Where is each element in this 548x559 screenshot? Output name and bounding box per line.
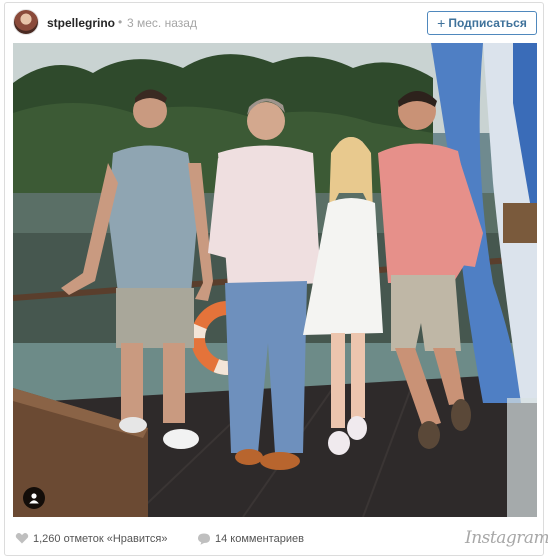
comments-count[interactable]: 14 комментариев: [215, 533, 304, 545]
post-footer: 1,260 отметок «Нравится» 14 комментариев…: [5, 523, 548, 555]
user-tag-button[interactable]: [23, 487, 45, 509]
header-separator: •: [118, 15, 123, 29]
follow-button-label: Подписаться: [448, 16, 527, 30]
username-link[interactable]: stpellegrino: [47, 16, 115, 30]
instagram-logo[interactable]: Instagram: [465, 528, 548, 548]
comment-icon[interactable]: [197, 532, 211, 546]
heart-icon[interactable]: [15, 531, 29, 545]
post-time-ago[interactable]: 3 мес. назад: [127, 16, 197, 30]
person-icon: [29, 493, 39, 504]
photo-illustration: [13, 43, 537, 517]
likes-count[interactable]: 1,260 отметок «Нравится»: [33, 533, 168, 545]
follow-button[interactable]: + Подписаться: [427, 11, 537, 35]
instagram-post-card: stpellegrino • 3 мес. назад + Подписатьс…: [4, 2, 548, 556]
plus-icon: +: [437, 15, 446, 31]
user-avatar[interactable]: [13, 9, 39, 35]
post-photo[interactable]: [13, 43, 537, 517]
post-header: stpellegrino • 3 мес. назад + Подписатьс…: [5, 3, 543, 43]
